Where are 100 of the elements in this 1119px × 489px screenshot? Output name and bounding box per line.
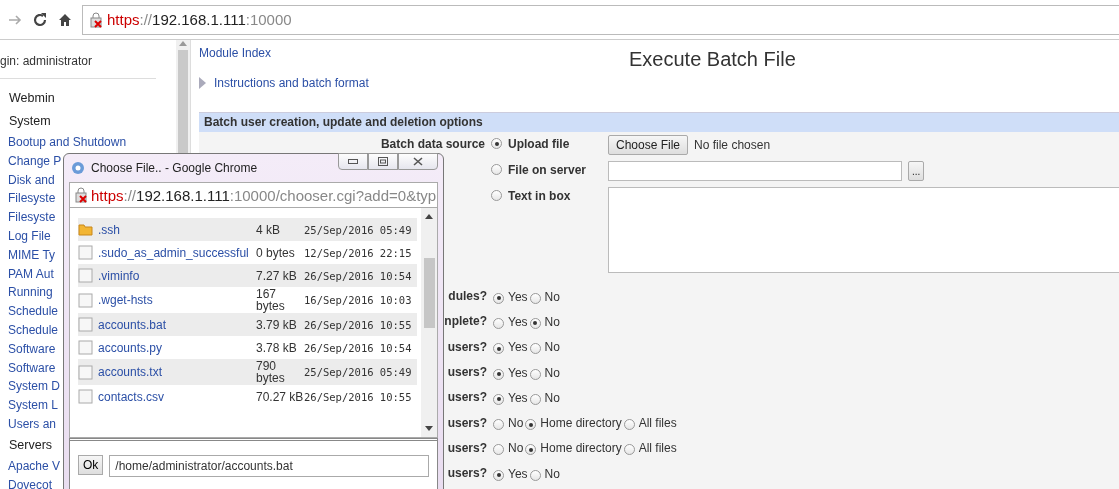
broken-lock-icon	[74, 187, 88, 203]
option-label: Yes	[508, 289, 528, 304]
file-row[interactable]: .sudo_as_admin_successful 0 bytes 12/Sep/2016 22:15	[78, 241, 417, 264]
home-icon[interactable]	[58, 12, 72, 27]
radio-button[interactable]	[491, 190, 502, 201]
option-label: No	[544, 466, 560, 481]
scroll-up-icon[interactable]	[425, 214, 433, 219]
url-text[interactable]: https://192.168.1.111:10000/chooser.cgi?add=0&typ	[91, 186, 437, 204]
radio-button[interactable]	[529, 343, 541, 355]
close-button[interactable]	[398, 153, 438, 170]
file-name[interactable]: .wget-hsts	[98, 293, 256, 307]
file-row[interactable]: accounts.txt 790 bytes 25/Sep/2016 05:49	[78, 359, 417, 385]
radio-button[interactable]	[529, 393, 541, 405]
checkbox-icon	[78, 268, 93, 283]
app-icon	[71, 161, 85, 175]
file-row[interactable]: .wget-hsts 167 bytes 16/Sep/2016 10:03	[78, 287, 417, 313]
field-label: users?	[447, 390, 487, 405]
option-label: No	[544, 390, 560, 405]
file-row[interactable]: .ssh 4 kB 25/Sep/2016 05:49	[78, 218, 417, 241]
option-label: No	[544, 314, 560, 329]
file-size: 3.78 kB	[256, 341, 298, 354]
minimize-icon	[348, 159, 358, 164]
file-size: 4 kB	[256, 223, 281, 236]
address-bar[interactable]: https://192.168.1.111:10000	[82, 4, 1119, 35]
option-label: No	[544, 340, 560, 355]
file-row[interactable]: contacts.csv 70.27 kB26/Sep/2016 10:55	[78, 385, 417, 408]
option-label: File on server	[508, 162, 588, 179]
file-row[interactable]: accounts.py 3.78 kB 26/Sep/2016 10:54	[78, 336, 417, 359]
module-index-link[interactable]: Module Index	[199, 46, 629, 60]
file-row[interactable]: accounts.bat 3.79 kB 26/Sep/2016 10:55	[78, 313, 417, 336]
option-label: No	[544, 289, 560, 304]
radio-button[interactable]	[493, 469, 504, 481]
file-date: 25/Sep/2016 05:49	[304, 223, 413, 236]
file-size: 70.27 kB	[256, 390, 304, 403]
file-name[interactable]: .ssh	[98, 222, 256, 237]
field-label: dules?	[448, 289, 487, 304]
maximize-icon	[378, 157, 388, 166]
sidebar-link[interactable]: Bootup and Shutdown	[0, 133, 176, 152]
radio-button[interactable]	[491, 138, 502, 149]
category-heading[interactable]: System	[0, 110, 176, 133]
file-name[interactable]: .sudo_as_admin_successful	[98, 245, 256, 260]
file-name[interactable]: accounts.py	[98, 340, 256, 355]
file-date: 16/Sep/2016 10:03	[304, 294, 413, 306]
scrollbar[interactable]	[421, 208, 437, 437]
radio-button[interactable]	[493, 368, 504, 380]
scroll-down-icon[interactable]	[425, 426, 433, 431]
instructions-toggle[interactable]: Instructions and batch format	[199, 76, 629, 90]
file-date: 26/Sep/2016 10:54	[304, 269, 413, 282]
radio-button[interactable]	[529, 292, 541, 304]
radio-button[interactable]	[493, 419, 504, 431]
checkbox-icon	[78, 292, 93, 308]
maximize-button[interactable]	[368, 153, 398, 170]
radio-button[interactable]	[493, 444, 504, 456]
file-date: 12/Sep/2016 22:15	[304, 246, 413, 259]
file-name[interactable]: contacts.csv	[98, 389, 256, 404]
field-label: Batch data source	[379, 136, 486, 153]
radio-button[interactable]	[525, 419, 537, 431]
radio-button[interactable]	[623, 419, 635, 431]
file-row[interactable]: .viminfo 7.27 kB 26/Sep/2016 10:54	[78, 264, 417, 287]
radio-button[interactable]	[623, 444, 635, 456]
address-bar[interactable]: https://192.168.1.111:10000/chooser.cgi?add=0&typ	[69, 182, 438, 208]
browse-button[interactable]: ...	[908, 161, 925, 181]
file-name[interactable]: accounts.txt	[98, 365, 256, 379]
radio-button[interactable]	[493, 317, 504, 329]
choose-file-button[interactable]: Choose File	[608, 135, 689, 155]
forward-icon[interactable]	[8, 13, 22, 26]
file-name[interactable]: .viminfo	[98, 268, 256, 283]
option-label: Text in box	[508, 188, 572, 205]
radio-button[interactable]	[491, 164, 502, 175]
checkbox-icon	[78, 245, 93, 260]
option-label: Upload file	[508, 136, 571, 153]
radio-button[interactable]	[529, 469, 541, 481]
radio-button[interactable]	[493, 292, 504, 304]
radio-button[interactable]	[529, 317, 541, 329]
option-label: All files	[638, 416, 677, 431]
checkbox-icon	[78, 340, 93, 355]
field-label: users?	[447, 339, 487, 354]
path-field[interactable]: /home/administrator/accounts.bat	[109, 455, 429, 477]
text-area[interactable]	[608, 187, 1119, 273]
minimize-button[interactable]	[338, 153, 368, 170]
url-text[interactable]: https://192.168.1.111:10000	[107, 11, 292, 28]
field-label: users?	[447, 365, 487, 380]
radio-button[interactable]	[529, 368, 541, 380]
radio-button[interactable]	[493, 343, 504, 355]
radio-button[interactable]	[525, 444, 537, 456]
checkbox-icon	[78, 317, 93, 332]
radio-button[interactable]	[493, 393, 504, 405]
file-name[interactable]: accounts.bat	[98, 317, 256, 332]
ok-button[interactable]: Ok	[78, 455, 104, 475]
scroll-thumb[interactable]	[423, 257, 435, 328]
reload-icon[interactable]	[32, 11, 48, 28]
option-label: Home directory	[540, 416, 622, 431]
file-size: 790 bytes	[256, 360, 286, 384]
option-label: No	[508, 441, 524, 456]
file-size: 0 bytes	[256, 246, 296, 259]
page-title: Execute Batch File	[629, 48, 796, 72]
option-label: Yes	[508, 314, 528, 329]
category-heading[interactable]: Webmin	[0, 87, 176, 110]
field-label: users?	[447, 440, 487, 455]
input-field[interactable]	[608, 161, 902, 181]
